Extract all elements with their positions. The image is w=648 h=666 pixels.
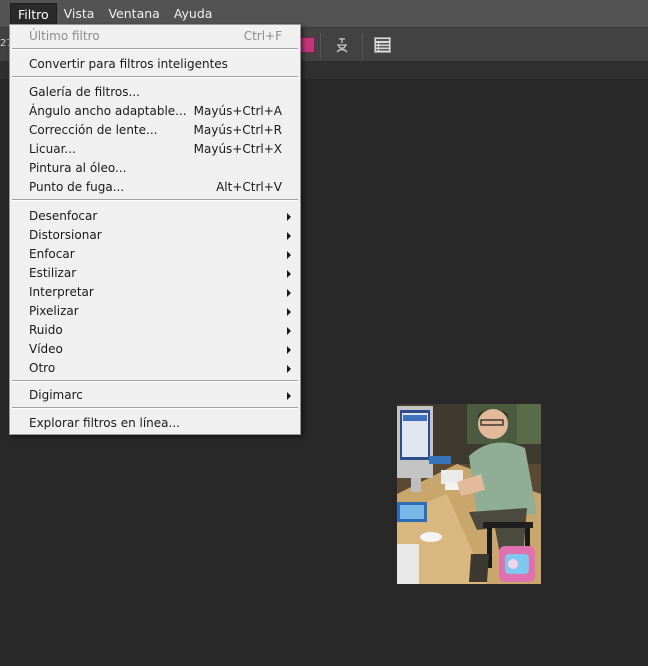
filter-menu: Último filtro Ctrl+F Convertir para filt… [9,24,301,435]
menu-separator [12,76,298,78]
menu-ayuda[interactable]: Ayuda [167,3,220,25]
toolbar-divider [320,33,321,58]
submenu-arrow-icon [287,308,291,316]
menu-item-licuar[interactable]: Licuar... Mayús+Ctrl+X [10,140,300,159]
airbrush-icon[interactable] [333,36,351,54]
menu-filtro[interactable]: Filtro [10,2,57,25]
menu-separator [12,199,298,201]
menu-item-convertir-filtros-inteligentes[interactable]: Convertir para filtros inteligentes [10,55,300,74]
menu-item-explorar-filtros-en-linea[interactable]: Explorar filtros en línea... [10,414,300,433]
panel-icon[interactable] [374,37,391,53]
submenu-arrow-icon [287,270,291,278]
menu-separator [12,407,298,409]
menu-item-estilizar[interactable]: Estilizar [10,264,300,283]
menu-separator [12,380,298,382]
submenu-arrow-icon [287,232,291,240]
menu-item-ruido[interactable]: Ruido [10,321,300,340]
menu-separator [12,48,298,50]
submenu-arrow-icon [287,213,291,221]
menu-item-distorsionar[interactable]: Distorsionar [10,226,300,245]
submenu-arrow-icon [287,251,291,259]
menu-item-punto-fuga[interactable]: Punto de fuga... Alt+Ctrl+V [10,178,300,197]
menu-item-digimarc[interactable]: Digimarc [10,386,300,405]
menu-item-interpretar[interactable]: Interpretar [10,283,300,302]
submenu-arrow-icon [287,346,291,354]
menu-item-pixelizar[interactable]: Pixelizar [10,302,300,321]
menu-vista[interactable]: Vista [57,3,102,25]
document-image [397,404,541,584]
menu-item-correccion-lente[interactable]: Corrección de lente... Mayús+Ctrl+R [10,121,300,140]
submenu-arrow-icon [287,327,291,335]
menu-item-galeria-filtros[interactable]: Galería de filtros... [10,83,300,102]
toolbar-divider [362,33,363,58]
menu-item-enfocar[interactable]: Enfocar [10,245,300,264]
submenu-arrow-icon [287,392,291,400]
menu-item-video[interactable]: Vídeo [10,340,300,359]
menu-item-desenfocar[interactable]: Desenfocar [10,207,300,226]
menu-ventana[interactable]: Ventana [101,3,166,25]
submenu-arrow-icon [287,289,291,297]
menu-item-pintura-oleo[interactable]: Pintura al óleo... [10,159,300,178]
menu-item-ultimo-filtro[interactable]: Último filtro Ctrl+F [10,27,300,46]
menu-item-angulo-ancho-adaptable[interactable]: Ángulo ancho adaptable... Mayús+Ctrl+A [10,102,300,121]
menu-item-otro[interactable]: Otro [10,359,300,378]
submenu-arrow-icon [287,365,291,373]
